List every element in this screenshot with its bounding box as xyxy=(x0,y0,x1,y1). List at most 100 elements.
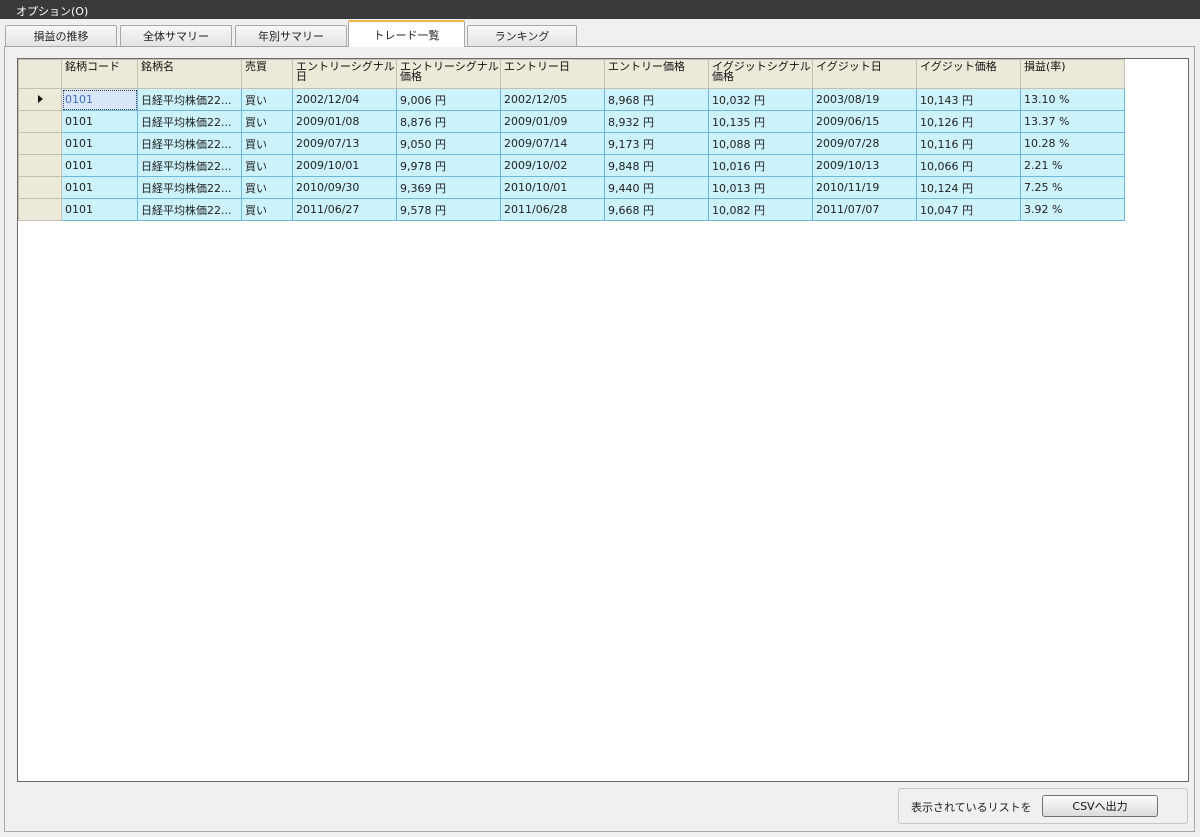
table-row[interactable]: 0101 日経平均株価22... 買い 2010/09/30 9,369 円 2… xyxy=(18,176,1125,199)
table-cell[interactable]: 2011/06/27 xyxy=(292,198,397,221)
tab-overall-summary[interactable]: 全体サマリー xyxy=(120,25,232,46)
table-cell[interactable]: 日経平均株価22... xyxy=(137,88,242,111)
table-cell[interactable]: 2009/10/13 xyxy=(812,154,917,177)
table-cell[interactable]: 10,116 円 xyxy=(916,132,1021,155)
table-cell[interactable]: 13.37 % xyxy=(1020,110,1125,133)
table-cell[interactable]: 10,016 円 xyxy=(708,154,813,177)
table-row[interactable]: 0101 日経平均株価22... 買い 2011/06/27 9,578 円 2… xyxy=(18,198,1125,221)
table-cell[interactable]: 10,013 円 xyxy=(708,176,813,199)
table-cell[interactable]: 0101 xyxy=(61,110,138,133)
table-cell[interactable]: 10,124 円 xyxy=(916,176,1021,199)
table-cell[interactable]: 2009/06/15 xyxy=(812,110,917,133)
row-header[interactable] xyxy=(18,176,62,199)
table-cell[interactable]: 9,173 円 xyxy=(604,132,709,155)
col-header-entry-signal-price[interactable]: エントリーシグナル価格 xyxy=(396,59,501,89)
table-cell[interactable]: 7.25 % xyxy=(1020,176,1125,199)
table-cell[interactable]: 買い xyxy=(241,110,293,133)
table-cell[interactable]: 10,126 円 xyxy=(916,110,1021,133)
tab-profit-trend[interactable]: 損益の推移 xyxy=(5,25,117,46)
table-cell[interactable]: 買い xyxy=(241,88,293,111)
table-cell[interactable]: 2010/11/19 xyxy=(812,176,917,199)
table-cell[interactable]: 0101 xyxy=(61,154,138,177)
table-cell[interactable]: 2009/07/28 xyxy=(812,132,917,155)
row-header[interactable] xyxy=(18,198,62,221)
row-header[interactable] xyxy=(18,88,62,111)
table-cell[interactable]: 2009/10/02 xyxy=(500,154,605,177)
col-header-entry-signal-date[interactable]: エントリーシグナル日 xyxy=(292,59,397,89)
row-header[interactable] xyxy=(18,154,62,177)
table-cell[interactable]: 8,876 円 xyxy=(396,110,501,133)
table-cell[interactable]: 0101 xyxy=(61,88,138,111)
table-cell[interactable]: 9,978 円 xyxy=(396,154,501,177)
table-cell[interactable]: 8,932 円 xyxy=(604,110,709,133)
table-row[interactable]: 0101 日経平均株価22... 買い 2009/07/13 9,050 円 2… xyxy=(18,132,1125,155)
csv-export-button[interactable]: CSVへ出力 xyxy=(1042,795,1158,817)
table-row[interactable]: 0101 日経平均株価22... 買い 2002/12/04 9,006 円 2… xyxy=(18,88,1125,111)
table-cell[interactable]: 10,082 円 xyxy=(708,198,813,221)
table-cell[interactable]: 2009/07/14 xyxy=(500,132,605,155)
table-cell[interactable]: 2009/01/09 xyxy=(500,110,605,133)
table-cell[interactable]: 9,006 円 xyxy=(396,88,501,111)
table-cell[interactable]: 2010/09/30 xyxy=(292,176,397,199)
table-cell[interactable]: 2003/08/19 xyxy=(812,88,917,111)
table-cell[interactable]: 0101 xyxy=(61,132,138,155)
table-cell[interactable]: 2009/01/08 xyxy=(292,110,397,133)
table-cell[interactable]: 2002/12/04 xyxy=(292,88,397,111)
col-header-exit-signal-price[interactable]: イグジットシグナル価格 xyxy=(708,59,813,89)
table-cell[interactable]: 買い xyxy=(241,132,293,155)
table-cell[interactable]: 10,135 円 xyxy=(708,110,813,133)
col-header-code[interactable]: 銘柄コード xyxy=(61,59,138,89)
table-cell[interactable]: 2011/07/07 xyxy=(812,198,917,221)
table-cell[interactable]: 10.28 % xyxy=(1020,132,1125,155)
table-cell[interactable]: 2002/12/05 xyxy=(500,88,605,111)
table-cell[interactable]: 2010/10/01 xyxy=(500,176,605,199)
table-row[interactable]: 0101 日経平均株価22... 買い 2009/10/01 9,978 円 2… xyxy=(18,154,1125,177)
table-cell[interactable]: 2011/06/28 xyxy=(500,198,605,221)
table-cell[interactable]: 日経平均株価22... xyxy=(137,110,242,133)
col-header-name[interactable]: 銘柄名 xyxy=(137,59,242,89)
table-row[interactable]: 0101 日経平均株価22... 買い 2009/01/08 8,876 円 2… xyxy=(18,110,1125,133)
table-cell[interactable]: 9,578 円 xyxy=(396,198,501,221)
table-cell[interactable]: 9,440 円 xyxy=(604,176,709,199)
table-cell[interactable]: 0101 xyxy=(61,176,138,199)
table-cell[interactable]: 9,668 円 xyxy=(604,198,709,221)
table-cell[interactable]: 日経平均株価22... xyxy=(137,198,242,221)
table-cell[interactable]: 2.21 % xyxy=(1020,154,1125,177)
table-cell[interactable]: 9,848 円 xyxy=(604,154,709,177)
export-group: 表示されているリストを CSVへ出力 xyxy=(898,788,1188,824)
table-cell[interactable]: 日経平均株価22... xyxy=(137,154,242,177)
col-header-exit-price[interactable]: イグジット価格 xyxy=(916,59,1021,89)
col-header-profit-rate[interactable]: 損益(率) xyxy=(1020,59,1125,89)
table-cell[interactable]: 買い xyxy=(241,176,293,199)
menu-options[interactable]: オプション(O) xyxy=(16,3,88,19)
row-header[interactable] xyxy=(18,110,62,133)
table-cell[interactable]: 0101 xyxy=(61,198,138,221)
table-cell[interactable]: 10,047 円 xyxy=(916,198,1021,221)
col-header-side[interactable]: 売買 xyxy=(241,59,293,89)
table-cell[interactable]: 10,066 円 xyxy=(916,154,1021,177)
tab-ranking[interactable]: ランキング xyxy=(467,25,577,46)
table-cell[interactable]: 10,032 円 xyxy=(708,88,813,111)
table-cell[interactable]: 日経平均株価22... xyxy=(137,176,242,199)
table-cell[interactable]: 13.10 % xyxy=(1020,88,1125,111)
row-header[interactable] xyxy=(18,132,62,155)
table-cell[interactable]: 9,050 円 xyxy=(396,132,501,155)
menu-bar: オプション(O) xyxy=(0,0,1200,19)
export-label: 表示されているリストを xyxy=(911,801,1032,814)
tab-trade-list[interactable]: トレード一覧 xyxy=(348,20,465,47)
table-cell[interactable]: 10,088 円 xyxy=(708,132,813,155)
current-row-arrow-icon xyxy=(37,95,43,103)
tab-yearly-summary[interactable]: 年別サマリー xyxy=(235,25,347,46)
table-cell[interactable]: 買い xyxy=(241,154,293,177)
col-header-entry-price[interactable]: エントリー価格 xyxy=(604,59,709,89)
table-cell[interactable]: 10,143 円 xyxy=(916,88,1021,111)
table-cell[interactable]: 買い xyxy=(241,198,293,221)
table-cell[interactable]: 8,968 円 xyxy=(604,88,709,111)
col-header-entry-date[interactable]: エントリー日 xyxy=(500,59,605,89)
table-cell[interactable]: 2009/10/01 xyxy=(292,154,397,177)
col-header-exit-date[interactable]: イグジット日 xyxy=(812,59,917,89)
table-cell[interactable]: 9,369 円 xyxy=(396,176,501,199)
table-cell[interactable]: 日経平均株価22... xyxy=(137,132,242,155)
table-cell[interactable]: 3.92 % xyxy=(1020,198,1125,221)
table-cell[interactable]: 2009/07/13 xyxy=(292,132,397,155)
